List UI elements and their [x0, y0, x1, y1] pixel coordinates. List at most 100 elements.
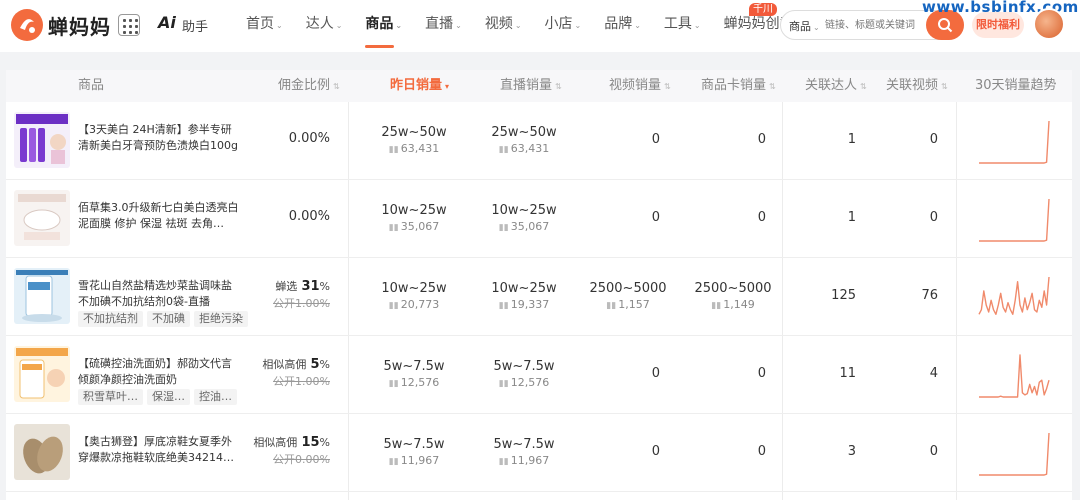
videos-value: 0 — [929, 210, 938, 225]
main-nav: 首页 ⌄ 达人 ⌄ 商品 ⌄ 直播 ⌄ 视频 ⌄ 小店 ⌄ 品牌 ⌄ 工具 ⌄ 蝉妈妈创意 — [246, 0, 817, 52]
col-header-card-sales[interactable]: 商品卡销量 ⇅ — [701, 70, 776, 102]
card-count: 1,149 — [723, 298, 755, 311]
bar-chart-icon: ▮▮ — [711, 301, 722, 311]
yesterday-range: 10w~25w — [381, 281, 447, 296]
live-count: 63,431 — [510, 142, 550, 155]
product-tag: 控油… — [194, 389, 237, 405]
nav-label: 品牌 — [604, 16, 633, 32]
product-title[interactable]: 【奥古狮登】厚底凉鞋女夏季外穿爆款凉拖鞋软底绝美34214… — [78, 434, 240, 466]
logo[interactable]: 蝉妈妈 — [10, 8, 111, 42]
product-tag: 不加抗结剂 — [78, 311, 143, 327]
bar-chart-icon: ▮▮ — [388, 145, 399, 155]
col-header-30day-trend: 30天销量趋势 — [975, 78, 1057, 93]
bar-chart-icon: ▮▮ — [498, 457, 509, 467]
nav-item-7[interactable]: 工具 ⌄ — [664, 0, 701, 52]
nav-item-3[interactable]: 直播 ⌄ — [425, 0, 462, 52]
search-type-select[interactable]: 商品 ⌄ — [789, 18, 820, 34]
commission-rate: 15 — [301, 435, 320, 450]
product-title[interactable]: 【3天美白 24H清新】参半专研清新美白牙膏预防色渍焕白100g — [78, 122, 240, 154]
influencers-value: 11 — [839, 366, 856, 381]
live-count: 12,576 — [510, 376, 550, 389]
table-header: 商品 佣金比例 ⇅ 昨日销量 ▾ 直播销量 ⇅ 视频销量 ⇅ 商品卡销量 ⇅ 关联达人 ⇅ … — [6, 70, 1072, 102]
product-ranking-table: 商品 佣金比例 ⇅ 昨日销量 ▾ 直播销量 ⇅ 视频销量 ⇅ 商品卡销量 ⇅ 关联达人 ⇅ … — [6, 70, 1072, 500]
product-thumbnail[interactable] — [14, 112, 70, 168]
public-commission: 公开1.00% — [273, 375, 330, 388]
bar-chart-icon: ▮▮ — [388, 223, 399, 233]
live-count: 11,967 — [510, 454, 550, 467]
commission-type: 蝉选 — [275, 280, 298, 293]
bar-chart-icon: ▮▮ — [388, 301, 399, 311]
live-count: 19,337 — [510, 298, 550, 311]
card-value: 0 — [757, 132, 766, 147]
table-row[interactable]: 【奥古狮登】厚底凉鞋女夏季外穿爆款凉拖鞋软底绝美34214… 相似高佣 15% 公开… — [6, 414, 1072, 492]
user-avatar[interactable] — [1033, 8, 1065, 40]
videos-value: 0 — [929, 132, 938, 147]
search-icon — [938, 18, 953, 33]
commission-cell: 相似高佣 15% 公开0.00% — [253, 434, 330, 467]
videos-value: 76 — [921, 288, 938, 303]
cicada-logo-icon — [11, 9, 43, 41]
product-title[interactable]: 佰草集3.0升级新七白美白透亮白泥面膜 修护 保湿 祛斑 去角… — [78, 200, 240, 232]
col-header-live-sales[interactable]: 直播销量 ⇅ — [500, 70, 562, 102]
nav-label: 视频 — [484, 16, 513, 32]
commission-rate: 5 — [310, 357, 320, 372]
commission-rate: 31 — [301, 279, 320, 294]
influencers-value: 3 — [847, 444, 856, 459]
search-input[interactable] — [825, 15, 925, 35]
nav-item-4[interactable]: 视频 ⌄ — [485, 0, 522, 52]
nav-item-0[interactable]: 首页 ⌄ — [246, 0, 283, 52]
nav-label: 商品 — [365, 16, 394, 32]
table-row[interactable]: 【3天美白 24H清新】参半专研清新美白牙膏预防色渍焕白100g 0.00% 25w… — [6, 102, 1072, 180]
influencers-value: 1 — [847, 210, 856, 225]
yesterday-cell: 5w~7.5w ▮▮ 11,967 — [369, 437, 459, 467]
qianchuan-badge: 千川 — [749, 3, 777, 16]
product-thumbnail[interactable] — [14, 424, 70, 480]
chevron-down-icon: ⌄ — [634, 21, 641, 30]
product-thumbnail[interactable] — [14, 346, 70, 402]
commission-rate: 0.00% — [288, 209, 330, 224]
ai-icon[interactable]: Ai — [158, 13, 176, 32]
yesterday-cell: 10w~25w ▮▮ 35,067 — [369, 203, 459, 233]
product-tags: 不加抗结剂 不加碘 拒绝污染 — [78, 311, 248, 327]
sales-trend-sparkline[interactable] — [976, 352, 1052, 400]
product-title[interactable]: 【硫磺控油洗面奶】郝劭文代言倾颜净颜控油洗面奶 — [78, 356, 240, 388]
sales-trend-sparkline[interactable] — [976, 118, 1052, 166]
live-range: 25w~50w — [491, 125, 557, 140]
product-thumbnail[interactable] — [14, 190, 70, 246]
bar-chart-icon: ▮▮ — [498, 145, 509, 155]
nav-item-2[interactable]: 商品 ⌄ — [365, 0, 402, 52]
yesterday-count: 63,431 — [400, 142, 440, 155]
video-count: 1,157 — [618, 298, 650, 311]
nav-item-5[interactable]: 小店 ⌄ — [545, 0, 582, 52]
yesterday-range: 10w~25w — [381, 203, 447, 218]
chevron-down-icon: ⌄ — [335, 21, 343, 30]
col-header-video-sales[interactable]: 视频销量 ⇅ — [609, 70, 671, 102]
col-header-commission[interactable]: 佣金比例 ⇅ — [278, 70, 340, 102]
chevron-down-icon: ⌄ — [395, 21, 403, 30]
videos-value: 0 — [929, 444, 938, 459]
table-row[interactable]: 【硫磺控油洗面奶】郝劭文代言倾颜净颜控油洗面奶 积雪草叶… 保湿… 控油… 相似高佣 5… — [6, 336, 1072, 414]
sales-trend-sparkline[interactable] — [976, 196, 1052, 244]
table-row[interactable]: 雪花山自然盐精选炒菜盐调味盐不加碘不加抗结剂0袋-直播 不加抗结剂 不加碘 拒绝污染 蝉… — [6, 258, 1072, 336]
bar-chart-icon: ▮▮ — [498, 379, 509, 389]
nav-item-6[interactable]: 品牌 ⌄ — [604, 0, 641, 52]
video-value: 0 — [651, 366, 660, 381]
col-header-related-videos[interactable]: 关联视频 ⇅ — [886, 70, 948, 102]
live-range: 10w~25w — [491, 203, 557, 218]
product-thumbnail[interactable] — [14, 268, 70, 324]
table-row[interactable]: 佰草集3.0升级新七白美白透亮白泥面膜 修护 保湿 祛斑 去角… 0.00% 10w… — [6, 180, 1072, 258]
apps-grid-icon[interactable] — [118, 14, 140, 36]
sales-trend-sparkline[interactable] — [976, 430, 1052, 478]
nav-label: 小店 — [544, 16, 573, 32]
col-header-influencers[interactable]: 关联达人 ⇅ — [805, 70, 867, 102]
commission-cell: 0.00% — [289, 209, 330, 224]
product-title[interactable]: 雪花山自然盐精选炒菜盐调味盐不加碘不加抗结剂0袋-直播 — [78, 278, 240, 310]
nav-item-1[interactable]: 达人 ⌄ — [306, 0, 343, 52]
col-header-yesterday-sales[interactable]: 昨日销量 ▾ — [390, 70, 449, 102]
ai-assistant-link[interactable]: 助手 — [182, 16, 208, 35]
sales-trend-sparkline[interactable] — [976, 274, 1052, 322]
card-range: 2500~5000 — [694, 281, 772, 296]
live-range: 5w~7.5w — [493, 359, 555, 374]
video-cell: 2500~5000 ▮▮ 1,157 — [583, 281, 673, 311]
yesterday-cell: 5w~7.5w ▮▮ 12,576 — [369, 359, 459, 389]
